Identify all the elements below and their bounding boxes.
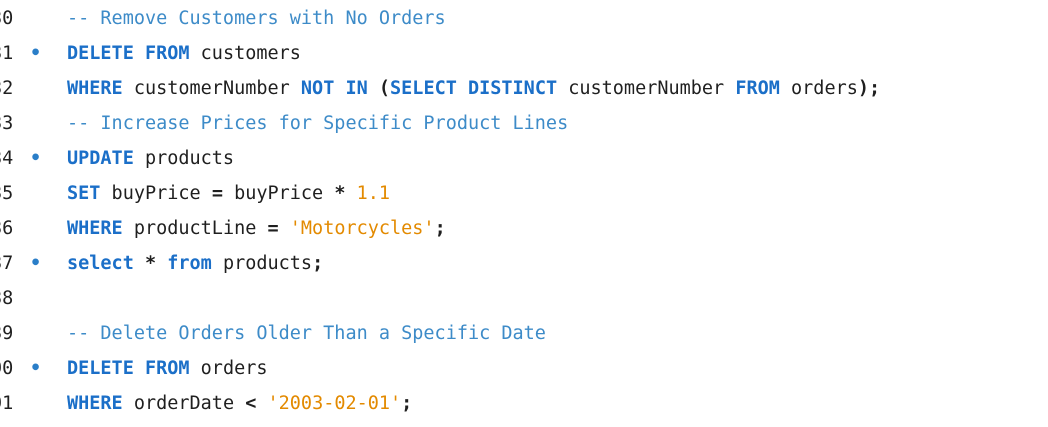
code-token: products — [133, 148, 235, 169]
line-number: 30 — [0, 8, 14, 29]
code-token: DELETE FROM — [67, 43, 190, 64]
code-token: customerNumber — [122, 78, 301, 99]
code-text: WHERE customerNumber NOT IN (SELECT DIST… — [67, 72, 880, 106]
code-token: < — [245, 393, 257, 414]
line-number: 91 — [0, 393, 14, 414]
code-token: NOT IN — [300, 78, 368, 99]
code-token: = — [211, 183, 223, 204]
code-line[interactable]: 31 • DELETE FROM customers — [0, 37, 1048, 71]
code-line[interactable]: 91 WHERE orderDate < '2003-02-01'; — [0, 387, 1048, 421]
statement-marker-icon[interactable]: • — [30, 247, 41, 281]
code-line[interactable]: 34 • UPDATE products — [0, 142, 1048, 176]
code-text: -- Delete Orders Older Than a Specific D… — [67, 317, 546, 351]
code-token: orders — [779, 78, 858, 99]
code-text: WHERE orderDate < '2003-02-01'; — [67, 387, 412, 421]
code-token: DELETE FROM — [67, 358, 190, 379]
code-token: SELECT DISTINCT — [390, 78, 558, 99]
code-token: ; — [401, 393, 413, 414]
code-line[interactable]: 36 WHERE productLine = 'Motorcycles'; — [0, 212, 1048, 246]
code-token: WHERE — [67, 393, 123, 414]
code-token: buyPrice — [222, 183, 335, 204]
statement-marker-icon[interactable]: • — [30, 352, 41, 386]
statement-marker-icon[interactable]: • — [30, 142, 41, 176]
code-token: -- Remove Customers with No Orders — [67, 8, 446, 29]
code-line[interactable]: 35 SET buyPrice = buyPrice * 1.1 — [0, 177, 1048, 211]
line-number: 36 — [0, 218, 14, 239]
line-number: 32 — [0, 78, 14, 99]
statement-marker-icon[interactable]: • — [30, 37, 41, 71]
code-token: productLine — [122, 218, 268, 239]
code-token: * — [334, 183, 346, 204]
code-text: -- Remove Customers with No Orders — [67, 2, 446, 36]
code-text: -- Increase Prices for Specific Product … — [67, 107, 568, 141]
code-token: select — [67, 253, 134, 274]
code-token: = — [267, 218, 279, 239]
code-token: * — [144, 253, 157, 274]
line-number: 34 — [0, 148, 14, 169]
code-token: customers — [189, 43, 301, 64]
line-number: 33 — [0, 113, 14, 134]
code-token: orders — [189, 358, 268, 379]
code-text: DELETE FROM orders — [67, 352, 268, 386]
line-number: 35 — [0, 183, 14, 204]
code-token: ; — [434, 218, 446, 239]
code-line[interactable]: 90 • DELETE FROM orders — [0, 352, 1048, 386]
sql-editor[interactable]: 30 -- Remove Customers with No Orders 31 • D… — [0, 0, 1048, 427]
code-line[interactable]: 33 -- Increase Prices for Specific Produc… — [0, 107, 1048, 141]
code-token: '2003-02-01' — [267, 393, 402, 414]
code-text: UPDATE products — [67, 142, 234, 176]
code-token: UPDATE — [67, 148, 134, 169]
line-number: 38 — [0, 288, 14, 309]
line-number: 37 — [0, 253, 14, 274]
code-text: SET buyPrice = buyPrice * 1.1 — [67, 177, 390, 211]
line-number: 90 — [0, 358, 14, 379]
code-text: WHERE productLine = 'Motorcycles'; — [67, 212, 446, 246]
code-token: -- Delete Orders Older Than a Specific D… — [67, 323, 546, 344]
code-token: buyPrice — [100, 183, 212, 204]
code-token: from — [167, 253, 212, 274]
code-token: 'Motorcycles' — [289, 218, 435, 239]
code-token: products — [211, 253, 313, 274]
code-token: FROM — [735, 78, 780, 99]
code-token: 1.1 — [356, 183, 391, 204]
code-token: WHERE — [67, 78, 123, 99]
code-text: select * from products; — [67, 247, 323, 281]
code-line[interactable]: 37 • select * from products; — [0, 247, 1048, 281]
line-number: 31 — [0, 43, 14, 64]
code-token: orderDate — [122, 393, 246, 414]
code-token: SET — [67, 183, 101, 204]
code-token: ; — [312, 253, 324, 274]
code-token: ); — [857, 78, 881, 99]
code-text: DELETE FROM customers — [67, 37, 301, 71]
code-line[interactable]: 39 -- Delete Orders Older Than a Specific… — [0, 317, 1048, 351]
code-line[interactable]: 38 — [0, 282, 1048, 316]
code-token: -- Increase Prices for Specific Product … — [67, 113, 569, 134]
line-number: 39 — [0, 323, 14, 344]
code-token: WHERE — [67, 218, 123, 239]
code-line[interactable]: 30 -- Remove Customers with No Orders — [0, 2, 1048, 36]
code-token: customerNumber — [557, 78, 736, 99]
code-token: ( — [367, 78, 391, 99]
code-line[interactable]: 32 WHERE customerNumber NOT IN (SELECT DI… — [0, 72, 1048, 106]
